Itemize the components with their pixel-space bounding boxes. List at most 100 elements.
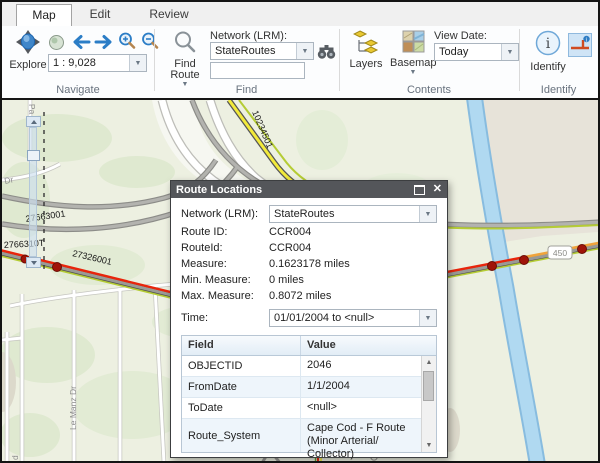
network-lrm-label: Network (LRM): <box>210 30 288 42</box>
field-label: Measure: <box>181 258 227 270</box>
zoom-slider-track[interactable] <box>29 127 37 257</box>
network-lrm-combo[interactable]: StateRoutes ▼ <box>210 42 314 60</box>
cell-field: FromDate <box>188 381 237 393</box>
table-row[interactable]: FromDate 1/1/2004 <box>182 377 421 398</box>
identify-route-locations-tool-button[interactable]: i <box>568 33 592 57</box>
table-row[interactable]: Route_System Cape Cod - F Route (Minor A… <box>182 419 421 460</box>
attributes-table: Field Value OBJECTID 2046 FromDate 1/1/2… <box>181 335 437 460</box>
next-extent-arrow-icon[interactable] <box>94 34 114 55</box>
cell-field: Route_System <box>188 429 261 442</box>
scrollbar-thumb[interactable] <box>423 371 434 401</box>
table-row[interactable]: OBJECTID 2046 <box>182 356 421 377</box>
cell-value: Cape Cod - F Route (Minor Arterial/ Coll… <box>300 419 421 460</box>
dialog-title-bar[interactable]: Route Locations ✕ <box>171 181 447 198</box>
map-scale-combo[interactable]: 1 : 9,028 ▼ <box>48 54 147 72</box>
map-scale-dropdown-arrow-icon[interactable]: ▼ <box>129 55 146 71</box>
scrollbar-down-arrow-icon[interactable]: ▼ <box>422 439 436 452</box>
route-search-input[interactable] <box>210 62 305 79</box>
dialog-time-value: 01/01/2004 to <null> <box>274 312 375 324</box>
identify-icon: i <box>534 30 562 61</box>
column-header-spacer <box>421 336 436 355</box>
identify-button[interactable]: i Identify <box>528 29 568 73</box>
tab-edit[interactable]: Edit <box>70 4 130 25</box>
table-scrollbar[interactable]: ▲ ▼ <box>421 356 436 452</box>
layers-label: Layers <box>349 58 383 70</box>
explore-compass-icon <box>15 30 41 59</box>
binoculars-icon[interactable] <box>317 43 336 65</box>
dialog-network-combo[interactable]: StateRoutes ▼ <box>269 205 437 223</box>
dialog-network-dropdown-arrow-icon[interactable]: ▼ <box>419 206 436 222</box>
dialog-time-combo[interactable]: 01/01/2004 to <null> ▼ <box>269 309 437 327</box>
find-route-label-line2: Route <box>170 69 200 81</box>
field-label: Route ID: <box>181 226 228 238</box>
map-zoom-slider[interactable] <box>26 116 41 268</box>
cell-field: ToDate <box>188 402 223 414</box>
network-lrm-value: StateRoutes <box>215 45 276 57</box>
up-arrow-icon <box>30 119 37 124</box>
zoom-slider-down-button[interactable] <box>26 257 41 268</box>
group-divider <box>519 29 520 91</box>
field-label: Min. Measure: <box>181 274 251 286</box>
field-row-routeid: RouteId: CCR004 <box>181 240 437 256</box>
field-value: 0 miles <box>269 274 304 286</box>
street-name-label: Pa <box>27 104 37 115</box>
tab-review[interactable]: Review <box>130 4 208 25</box>
tab-map[interactable]: Map <box>16 4 72 27</box>
field-row-max-measure: Max. Measure: 0.8072 miles <box>181 288 437 304</box>
zoom-slider-up-button[interactable] <box>26 116 41 127</box>
street-name-label: Le Manz Dr <box>68 386 78 430</box>
field-label: RouteId: <box>181 242 223 254</box>
scrollbar-up-arrow-icon[interactable]: ▲ <box>422 356 436 369</box>
svg-text:i: i <box>546 36 551 52</box>
view-date-combo[interactable]: Today ▼ <box>434 43 519 61</box>
field-label: Network (LRM): <box>181 208 259 220</box>
explore-button[interactable]: Explore <box>8 29 48 71</box>
field-row-time: Time: 01/01/2004 to <null> ▼ <box>181 308 437 328</box>
find-route-button[interactable]: Find Route ▼ <box>162 30 208 88</box>
find-group-label: Find <box>235 84 258 96</box>
street-name-label: d <box>10 455 20 460</box>
group-divider <box>339 29 340 91</box>
route-locations-dialog: Route Locations ✕ Network (LRM): StateRo… <box>170 180 448 460</box>
attributes-table-header: Field Value <box>182 336 436 356</box>
identify-group-label: Identify <box>540 84 577 96</box>
column-header-value: Value <box>300 336 421 355</box>
field-label: Max. Measure: <box>181 290 254 302</box>
view-date-value: Today <box>439 46 469 58</box>
find-route-magnifier-icon <box>173 31 197 58</box>
basemap-icon <box>402 30 425 57</box>
field-row-network: Network (LRM): StateRoutes ▼ <box>181 204 437 224</box>
explore-label: Explore <box>9 59 47 71</box>
full-extent-globe-icon[interactable] <box>48 34 65 56</box>
svg-text:i: i <box>586 37 588 43</box>
cell-value: 1/1/2004 <box>300 377 421 397</box>
basemap-button[interactable]: Basemap ▼ <box>390 30 436 76</box>
table-row[interactable]: ToDate <null> <box>182 398 421 419</box>
view-date-label: View Date: <box>434 30 487 42</box>
basemap-dropdown-arrow-icon: ▼ <box>409 69 417 76</box>
close-icon[interactable]: ✕ <box>433 184 442 195</box>
ribbon-tab-bar: Map Edit Review <box>2 2 598 27</box>
ribbon: Explore 1 : 9,028 ▼ Navigate Find Route … <box>2 26 598 98</box>
zoom-slider-thumb[interactable] <box>27 150 40 161</box>
field-row-min-measure: Min. Measure: 0 miles <box>181 272 437 288</box>
field-row-measure: Measure: 0.1623178 miles <box>181 256 437 272</box>
cell-value: <null> <box>300 398 421 418</box>
view-date-dropdown-arrow-icon[interactable]: ▼ <box>501 44 518 60</box>
route-shield-label: 450 <box>553 248 567 258</box>
down-arrow-icon <box>30 260 37 265</box>
identify-route-tool-icon: i <box>569 35 591 60</box>
dialog-network-value: StateRoutes <box>274 208 335 220</box>
maximize-icon[interactable] <box>413 184 425 195</box>
zoom-out-icon[interactable] <box>141 32 159 55</box>
previous-extent-arrow-icon[interactable] <box>71 34 91 55</box>
zoom-in-icon[interactable] <box>118 32 136 55</box>
field-value: CCR004 <box>269 226 312 238</box>
layers-button[interactable]: Layers <box>346 30 386 70</box>
map-scale-value: 1 : 9,028 <box>53 57 96 69</box>
basemap-label: Basemap <box>390 57 437 69</box>
column-header-field: Field <box>188 339 214 351</box>
network-lrm-dropdown-arrow-icon[interactable]: ▼ <box>296 43 313 59</box>
field-row-route-id: Route ID: CCR004 <box>181 224 437 240</box>
dialog-time-dropdown-arrow-icon[interactable]: ▼ <box>419 310 436 326</box>
